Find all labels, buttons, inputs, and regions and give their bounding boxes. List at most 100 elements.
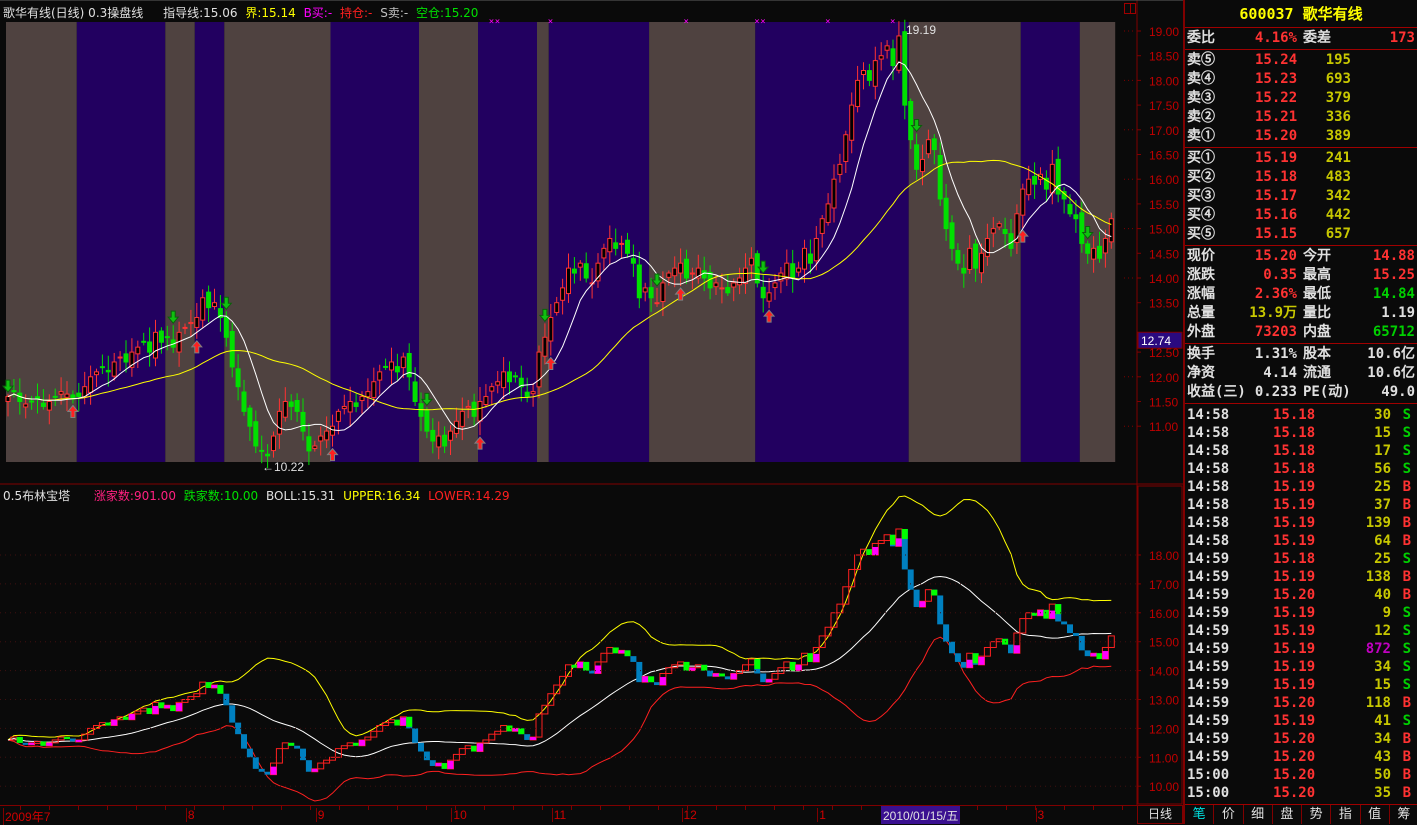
tick-list[interactable]: 14:58 15.18 30 S 14:58 15.18 15 S 14:58 15.18 17 S 1… [1185, 404, 1417, 802]
tower-turn-down [205, 682, 212, 688]
tick-volume: 12 [1374, 623, 1391, 639]
candle-body [23, 403, 29, 408]
tower-turn-down [866, 549, 873, 555]
top-marker: × [825, 17, 830, 27]
candle-body [984, 237, 990, 257]
tower-turn-up [642, 676, 649, 683]
tower-bar-up [275, 748, 283, 764]
candle-body [1079, 212, 1085, 244]
y-tick-label: 14.00 [1149, 665, 1179, 679]
tick-row: 14:58 15.18 30 S [1185, 406, 1417, 424]
level-label: 卖① [1187, 128, 1215, 144]
candle-body [294, 400, 300, 412]
tower-turn-down [583, 661, 590, 671]
fund-row: 收益(三) 0.233 PE(动) 49.0 [1185, 383, 1417, 402]
tower-turn-up [919, 601, 926, 608]
tick-volume: 50 [1374, 767, 1391, 783]
candle-body [843, 134, 849, 163]
upper-value: UPPER:16.34 [343, 489, 421, 503]
tower-turn-up [966, 659, 973, 668]
fund-label: 收益(三) [1187, 384, 1246, 400]
candle-body [890, 48, 896, 67]
tick-row: 14:59 15.20 40 B [1185, 586, 1417, 604]
tower-turn-down [612, 647, 619, 654]
date-tick [1122, 806, 1123, 810]
tower-bar-up [482, 739, 490, 744]
tick-price: 15.19 [1273, 479, 1316, 495]
date-label: 1 [817, 808, 826, 822]
stat-value: 15.20 [1254, 248, 1297, 264]
candle-body [967, 247, 973, 271]
tab-5[interactable]: 指 [1331, 805, 1361, 824]
level-price: 15.21 [1255, 109, 1298, 125]
tick-side: S [1402, 641, 1411, 657]
level-label: 买④ [1187, 207, 1215, 223]
tower-turn-down [901, 528, 908, 539]
y-tick-label: 18.00 [1149, 549, 1179, 563]
tick-side: S [1402, 677, 1411, 693]
boll-value: BOLL:15.31 [266, 489, 336, 503]
tick-volume: 34 [1374, 659, 1391, 675]
tab-7[interactable]: 筹 [1390, 805, 1417, 824]
weibi-value: 4.16% [1254, 30, 1297, 46]
tab-4[interactable]: 势 [1302, 805, 1332, 824]
stat-value: 2.36% [1254, 286, 1297, 302]
level-label: 买③ [1187, 188, 1215, 204]
date-tick [513, 806, 514, 810]
tower-bar-up [193, 693, 201, 698]
date-tick [252, 806, 253, 810]
candle-body [825, 203, 831, 223]
tick-volume: 9 [1382, 605, 1391, 621]
candle-body [837, 163, 843, 175]
tower-bar-up [541, 704, 549, 715]
tower-bar-up [464, 745, 472, 750]
fund-label: 流通 [1303, 365, 1331, 381]
candle-body [135, 346, 141, 355]
level-label: 卖⑤ [1187, 52, 1215, 68]
candle-body [483, 396, 489, 405]
top-marker: × [548, 17, 553, 27]
kline-chart[interactable]: × × × × × × × ×19.19←10.2219.0018.5018.0017.501… [0, 0, 1183, 805]
candle-body [123, 353, 129, 363]
bound-value: 界:15.14 [245, 6, 296, 20]
tower-bar-up [742, 664, 749, 672]
tower-bar-down [423, 751, 430, 761]
date-tick [455, 806, 456, 810]
tab-2[interactable]: 细 [1244, 805, 1273, 824]
candle-body [276, 410, 282, 435]
tower-turn-down [64, 737, 70, 740]
tick-side: S [1402, 623, 1411, 639]
tick-row: 14:59 15.19 9 S [1185, 604, 1417, 622]
tick-time: 14:58 [1187, 425, 1230, 441]
tick-price: 15.20 [1273, 749, 1316, 765]
date-tick [1064, 806, 1065, 810]
candle-body [979, 252, 984, 274]
tower-turn-up [872, 547, 879, 555]
candle-body [507, 371, 512, 383]
tower-turn-up [211, 685, 218, 688]
candle-body [595, 262, 601, 282]
window-toggle-icon[interactable] [1124, 3, 1136, 14]
date-tick [397, 806, 398, 810]
tab-1[interactable]: 价 [1214, 805, 1244, 824]
guide-line-value: 指导线:15.06 [163, 6, 238, 20]
fund-label: 净资 [1187, 365, 1215, 381]
tower-bar-up [382, 722, 390, 727]
tower-bar-down [724, 676, 731, 680]
stat-row: 现价 15.20 今开 14.88 [1185, 247, 1417, 266]
candle-body [524, 391, 530, 398]
tab-6[interactable]: 值 [1361, 805, 1390, 824]
candle-body [400, 356, 406, 369]
date-tick [1093, 806, 1094, 810]
tab-3[interactable]: 盘 [1273, 805, 1302, 824]
candle-body [684, 258, 689, 279]
fund-label: 换手 [1187, 346, 1215, 362]
candle-body [719, 287, 725, 290]
position-region [1020, 22, 1080, 462]
candle-body [861, 70, 866, 76]
period-button[interactable]: 日线 [1137, 805, 1183, 824]
tower-turn-down [518, 728, 525, 735]
tick-side: B [1402, 497, 1411, 513]
level-price: 15.18 [1255, 169, 1298, 185]
tab-0[interactable]: 笔 [1185, 805, 1215, 824]
